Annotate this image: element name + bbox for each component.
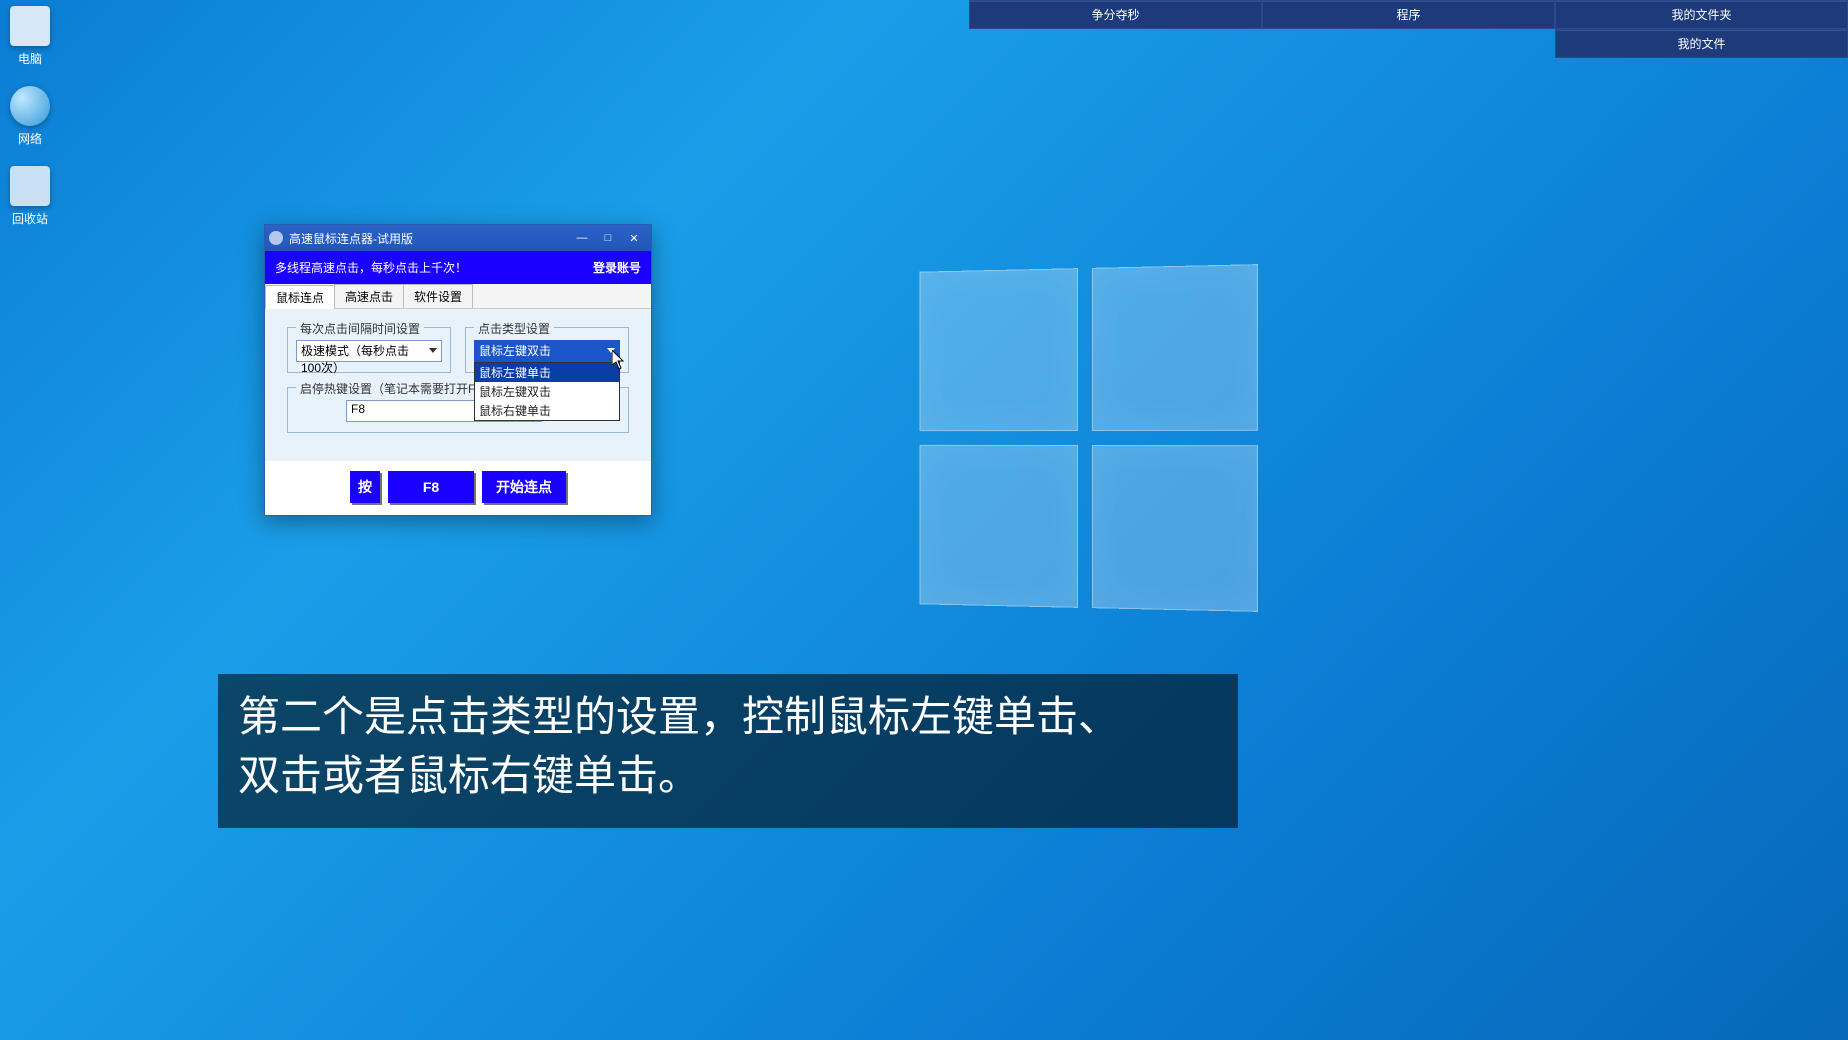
- fkey-button[interactable]: F8: [388, 471, 474, 503]
- clicktype-select[interactable]: 鼠标左键双击: [474, 340, 620, 362]
- banner: 多线程高速点击，每秒点击上千次！ 登录账号: [265, 251, 651, 284]
- clicktype-dropdown: 鼠标左键单击 鼠标左键双击 鼠标右键单击: [474, 362, 620, 421]
- clicktype-option-right-single[interactable]: 鼠标右键单击: [475, 401, 619, 420]
- clicktype-option-left-double[interactable]: 鼠标左键双击: [475, 382, 619, 401]
- windows-logo: [920, 264, 1258, 612]
- desktop-icon-computer[interactable]: 电脑: [0, 6, 60, 67]
- clicktype-option-left-single[interactable]: 鼠标左键单击: [475, 363, 619, 382]
- recyclebin-icon: [10, 166, 50, 206]
- close-button[interactable]: ✕: [621, 229, 647, 247]
- button-row: 按 F8 开始连点: [265, 461, 651, 515]
- minimize-button[interactable]: —: [569, 229, 595, 247]
- top-menu-myfolder[interactable]: 我的文件夹: [1555, 0, 1848, 29]
- subtitle-line2: 双击或者鼠标右键单击。: [238, 747, 1218, 806]
- tab-bar: 鼠标连点 高速点击 软件设置: [265, 284, 651, 309]
- group-interval: 每次点击间隔时间设置 极速模式（每秒点击100次）: [287, 327, 451, 373]
- network-icon: [10, 86, 50, 126]
- top-menu-program[interactable]: 程序: [1262, 0, 1555, 29]
- desktop-icon-label: 回收站: [12, 212, 48, 226]
- start-button[interactable]: 开始连点: [482, 471, 566, 503]
- top-menu-myfile[interactable]: 我的文件: [1555, 29, 1848, 58]
- desktop-icon-label: 网络: [18, 132, 42, 146]
- desktop-icon-label: 电脑: [18, 52, 42, 66]
- login-link[interactable]: 登录账号: [593, 259, 641, 276]
- tab-mouse-click[interactable]: 鼠标连点: [265, 285, 335, 309]
- tab-high-speed[interactable]: 高速点击: [334, 284, 404, 308]
- press-button[interactable]: 按: [350, 471, 380, 503]
- desktop-icon-recyclebin[interactable]: 回收站: [0, 166, 60, 227]
- window-title: 高速鼠标连点器-试用版: [289, 230, 569, 247]
- titlebar[interactable]: 高速鼠标连点器-试用版 — □ ✕: [265, 225, 651, 251]
- subtitle-caption: 第二个是点击类型的设置，控制鼠标左键单击、 双击或者鼠标右键单击。: [218, 674, 1238, 828]
- top-menu-bar: 争分夺秒 程序 我的文件夹 我的文件: [969, 0, 1848, 58]
- app-icon: [269, 231, 283, 245]
- cursor-icon: [612, 350, 626, 370]
- top-menu-second[interactable]: 争分夺秒: [969, 0, 1262, 29]
- panel-body: 每次点击间隔时间设置 极速模式（每秒点击100次） 点击类型设置 鼠标左键双击 …: [265, 309, 651, 461]
- group-clicktype-legend: 点击类型设置: [474, 320, 554, 337]
- desktop-icon-network[interactable]: 网络: [0, 86, 60, 147]
- computer-icon: [10, 6, 50, 46]
- app-window: 高速鼠标连点器-试用版 — □ ✕ 多线程高速点击，每秒点击上千次！ 登录账号 …: [264, 224, 652, 516]
- maximize-button[interactable]: □: [595, 229, 621, 247]
- tab-settings[interactable]: 软件设置: [403, 284, 473, 308]
- interval-select[interactable]: 极速模式（每秒点击100次）: [296, 340, 442, 362]
- group-interval-legend: 每次点击间隔时间设置: [296, 320, 424, 337]
- group-clicktype: 点击类型设置 鼠标左键双击 鼠标左键单击 鼠标左键双击 鼠标右键单击: [465, 327, 629, 373]
- subtitle-line1: 第二个是点击类型的设置，控制鼠标左键单击、: [238, 688, 1218, 747]
- banner-slogan: 多线程高速点击，每秒点击上千次！: [275, 259, 467, 276]
